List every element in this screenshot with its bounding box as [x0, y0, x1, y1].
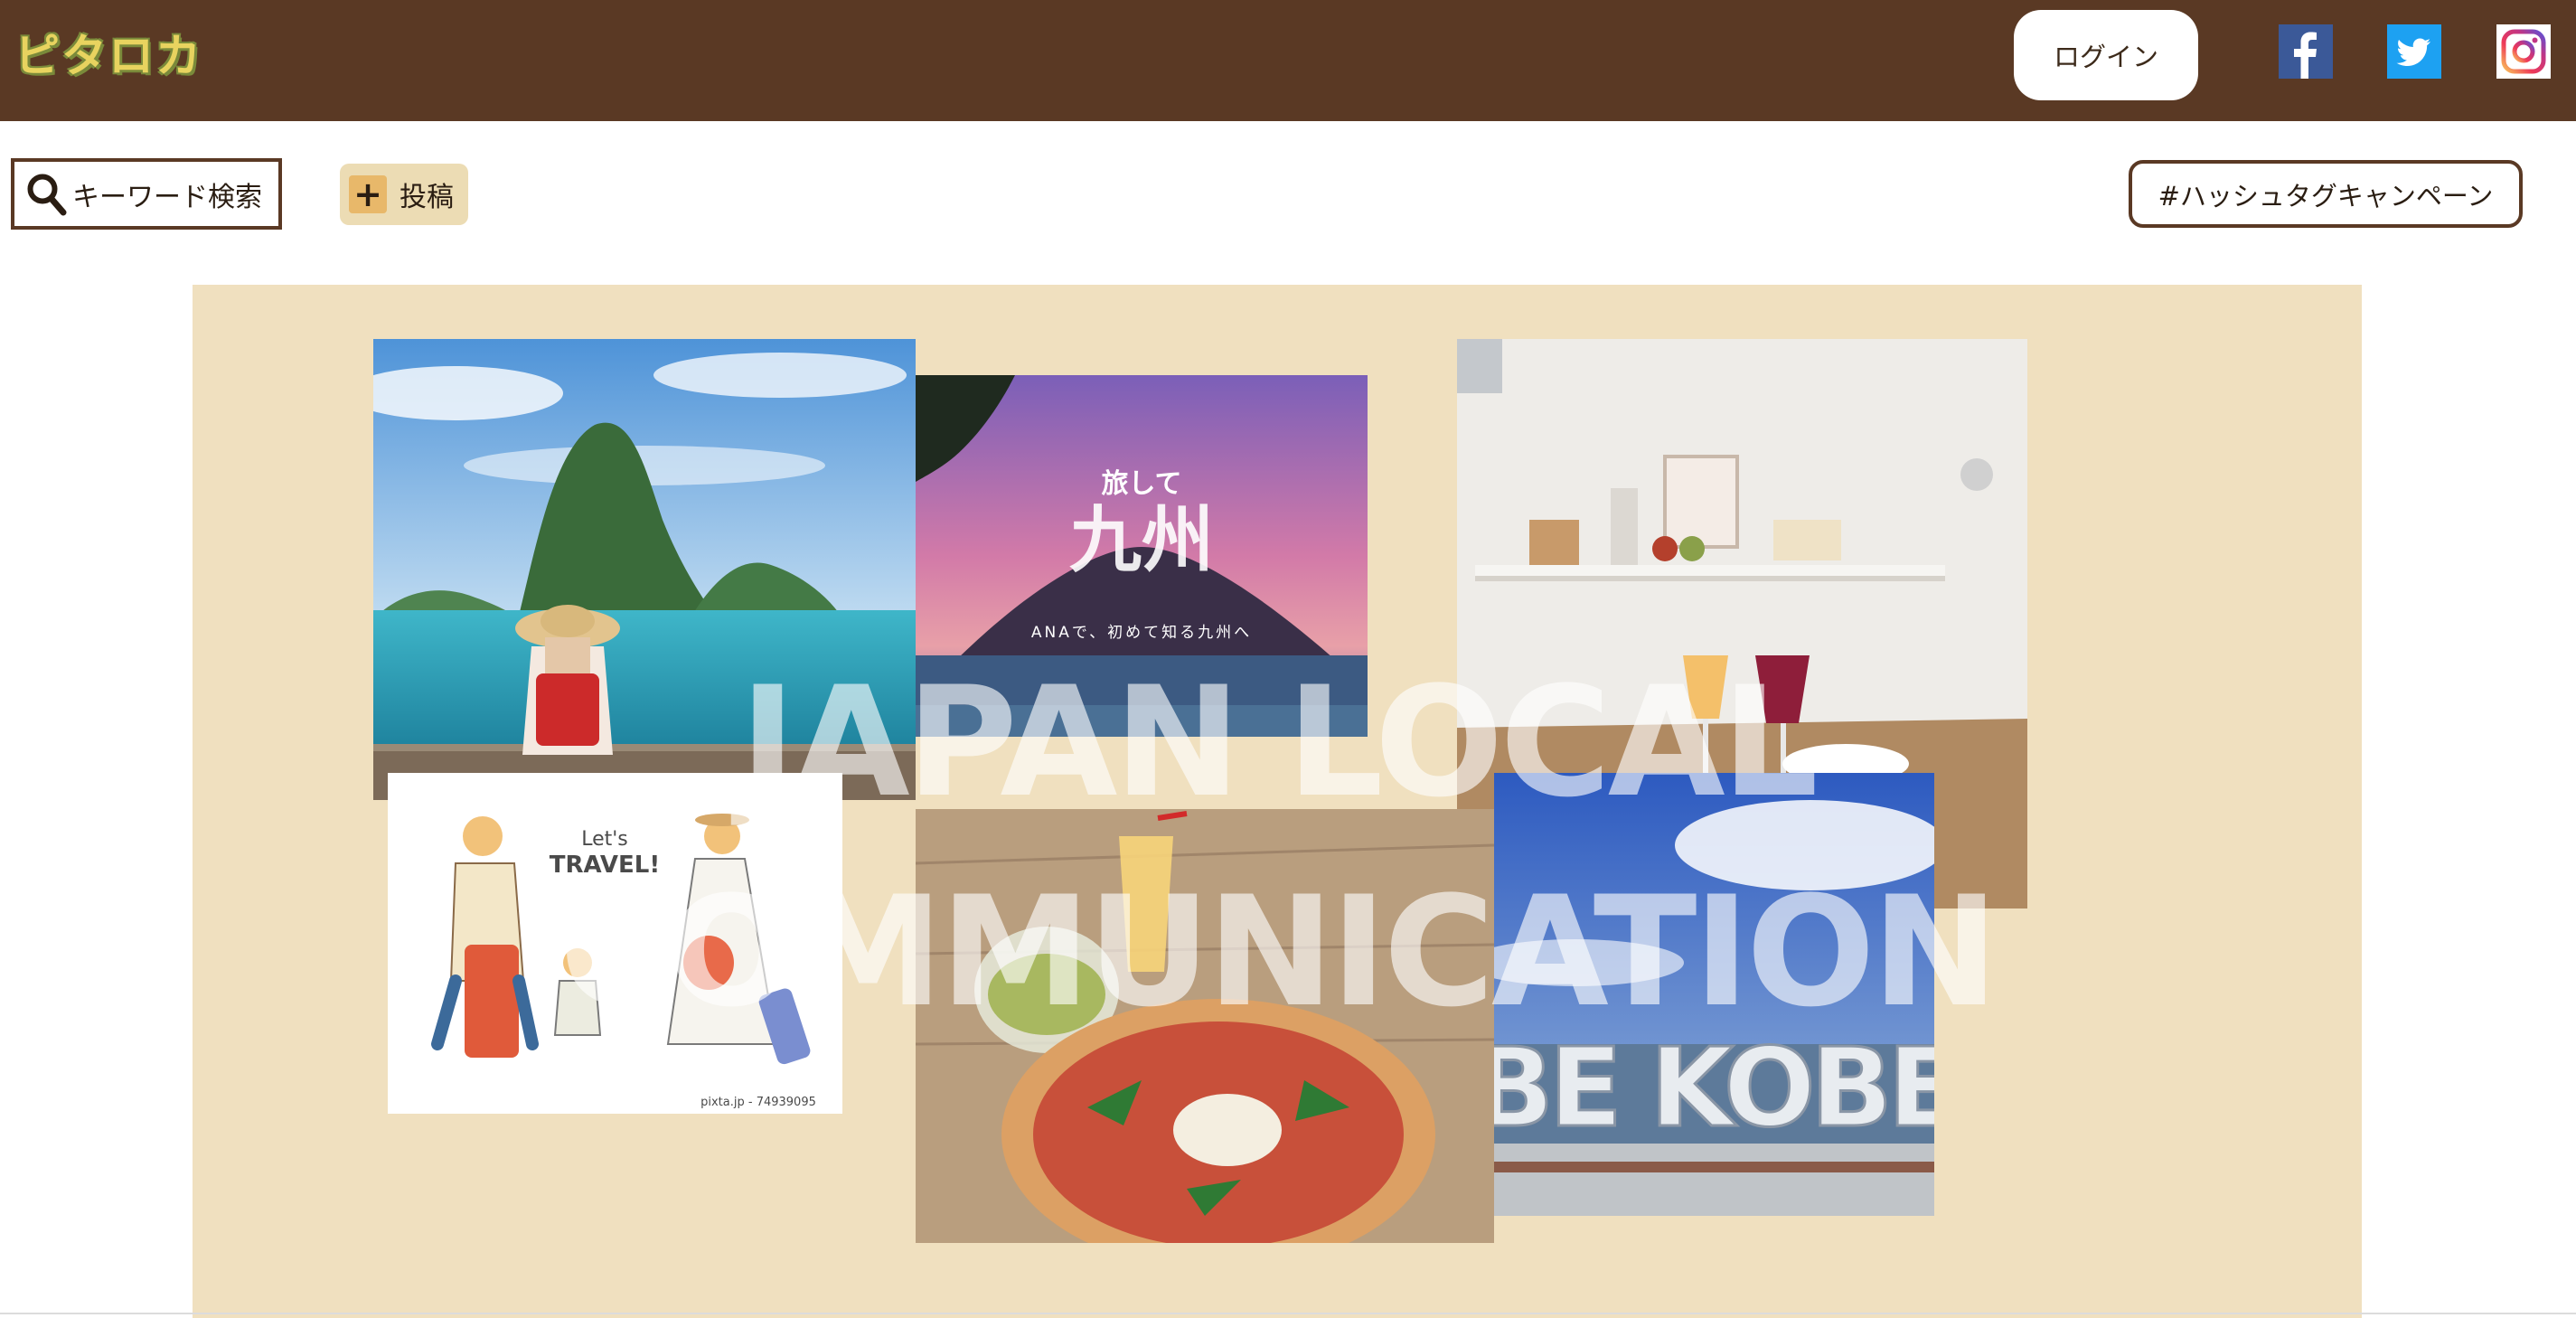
travel-title-text: Let's [581, 828, 628, 851]
post-button[interactable]: + 投稿 [340, 164, 468, 225]
travel-illustration-photo: Let's TRAVEL! pixta.jp - 74939095 [388, 773, 842, 1114]
hashtag-campaign-button[interactable]: #ハッシュタグキャンペーン [2129, 160, 2523, 228]
pizza-photo [916, 809, 1494, 1243]
facebook-icon[interactable] [2279, 24, 2333, 79]
site-logo[interactable]: ピタロカ [14, 20, 202, 85]
page-divider [0, 1313, 2576, 1314]
login-button[interactable]: ログイン [2014, 10, 2198, 100]
be-kobe-photo: BE KOBE [1494, 773, 1934, 1216]
keyword-search-button[interactable]: キーワード検索 [11, 158, 282, 230]
kyushu-big-text: 九州 [1069, 498, 1214, 582]
plus-icon: + [349, 175, 387, 213]
hero-banner: 旅して 九州 ANAで、初めて知る九州へ Let's TRAVEL! pixta… [193, 285, 2362, 1318]
kyushu-sub-text: ANAで、初めて知る九州へ [1031, 624, 1252, 642]
top-header: ピタロカ ログイン [0, 0, 2576, 121]
kyushu-poster-photo: 旅して 九州 ANAで、初めて知る九州へ [916, 375, 1368, 737]
post-label: 投稿 [400, 182, 454, 213]
search-label: キーワード検索 [72, 181, 262, 213]
kyushu-title-text: 旅して [1101, 468, 1181, 500]
travel-title2-text: TRAVEL! [550, 852, 660, 879]
instagram-icon[interactable] [2496, 24, 2551, 79]
island-travel-photo [373, 339, 916, 800]
search-icon [27, 174, 67, 215]
travel-credit-text: pixta.jp - 74939095 [700, 1096, 816, 1109]
twitter-icon[interactable] [2387, 24, 2441, 79]
be-kobe-sign-text: BE KOBE [1494, 1026, 1934, 1152]
